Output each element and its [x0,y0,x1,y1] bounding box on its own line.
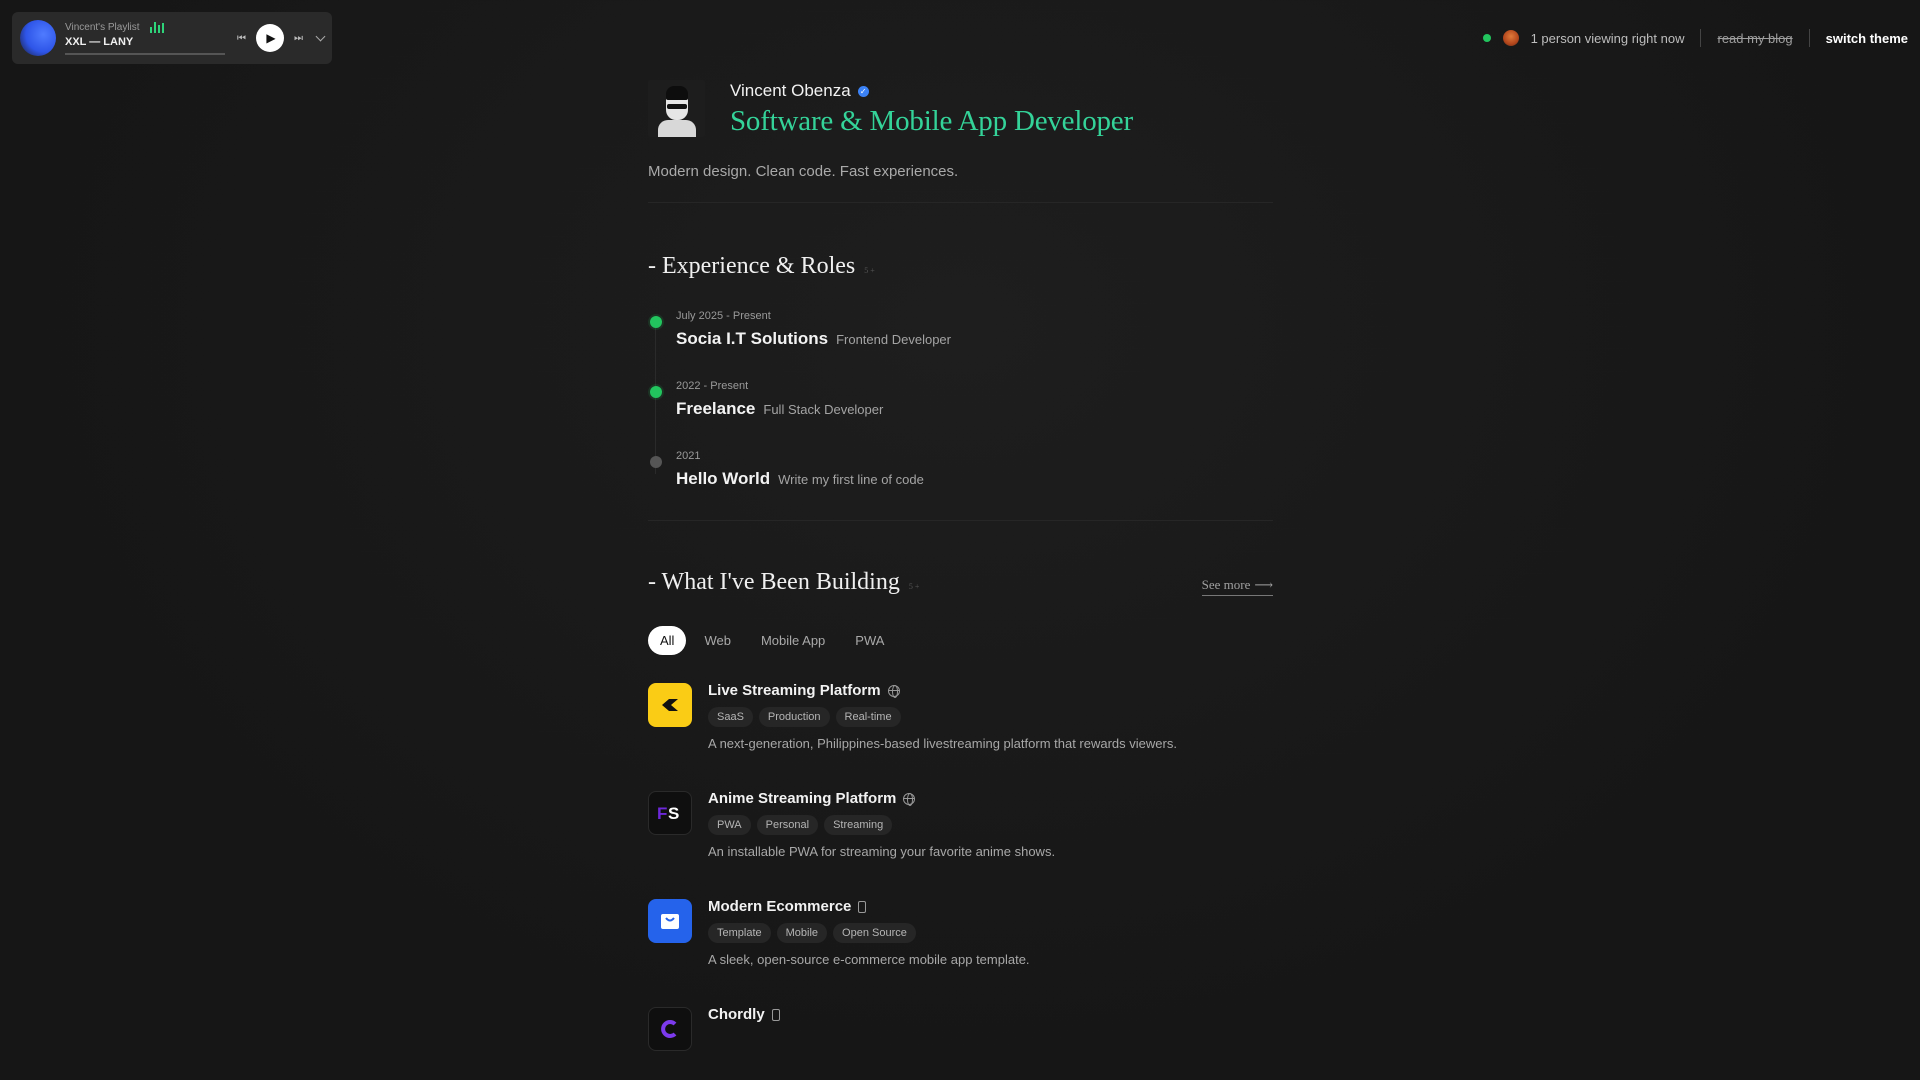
status-dot [650,316,662,328]
timeline-item: July 2025 - Present Socia I.T Solutions … [648,310,1273,380]
timeline: July 2025 - Present Socia I.T Solutions … [648,310,1273,520]
projects-header: - What I've Been Building 5 + See more ⟶ [648,569,1273,596]
section-count: 5 + [864,266,875,275]
project-title: Modern Ecommerce [708,898,852,915]
project-description: A sleek, open-source e-commerce mobile a… [708,952,1030,967]
exp-company: Freelance [676,399,756,418]
timeline-item: 2021 Hello World Write my first line of … [648,450,1273,520]
filter-mobile-app[interactable]: Mobile App [749,626,837,655]
filter-pwa[interactable]: PWA [843,626,896,655]
skip-back-icon[interactable]: ⏮ [237,33,246,44]
profile-name: Vincent Obenza [730,81,851,100]
exp-role: Frontend Developer [836,332,951,347]
skip-forward-icon[interactable]: ⏭ [294,33,303,44]
play-button[interactable]: ▶ [256,24,284,52]
project-item[interactable]: Live Streaming Platform SaaS Production … [648,682,1273,791]
profile-headline: Software & Mobile App Developer [730,105,1133,137]
tag: Open Source [833,923,916,943]
exp-company: Hello World [676,469,771,488]
svg-text:F: F [657,804,667,822]
blog-link[interactable]: read my blog [1717,31,1792,46]
experience-section: - Experience & Roles 5 + July 2025 - Pre… [648,253,1273,521]
top-right-bar: 1 person viewing right now read my blog … [1482,28,1908,48]
project-logo: F S [648,791,692,835]
project-title: Live Streaming Platform [708,682,881,699]
section-title: - What I've Been Building 5 + [648,569,919,596]
equalizer-icon [149,21,164,33]
project-logo [648,899,692,943]
experience-title: - Experience & Roles [648,253,856,279]
see-more-label: See more [1201,577,1251,592]
divider [1808,29,1810,47]
project-title: Anime Streaming Platform [708,790,897,807]
viewer-avatar [1502,30,1519,46]
switch-theme-button[interactable]: switch theme [1826,31,1908,46]
status-dot [650,386,662,398]
project-item[interactable]: Chordly [648,1006,1273,1080]
live-indicator [1482,34,1491,42]
exp-date: July 2025 - Present [676,310,771,322]
section-title: - Experience & Roles 5 + [648,253,1273,280]
divider [648,202,1273,203]
project-description: An installable PWA for streaming your fa… [708,844,1056,859]
album-art[interactable] [20,20,56,56]
projects-title: - What I've Been Building [648,569,900,595]
progress-bar[interactable] [65,52,225,55]
phone-icon [771,1008,780,1021]
exp-role: Full Stack Developer [763,402,884,417]
tag: Mobile [776,923,828,943]
project-logo [648,1007,692,1051]
player-info: Vincent's Playlist XXL — LANY [65,21,225,55]
viewer-count: 1 person viewing right now [1530,30,1685,46]
project-logo [648,683,692,727]
tag: Real-time [835,707,901,727]
divider [648,520,1273,521]
project-list: Live Streaming Platform SaaS Production … [648,682,1273,1080]
filter-all[interactable]: All [648,626,687,655]
phone-icon [858,900,867,913]
globe-icon [887,684,900,698]
chevron-down-icon[interactable] [315,31,326,41]
music-player: Vincent's Playlist XXL — LANY ⏮ ▶ ⏭ [12,12,332,64]
timeline-item: 2022 - Present Freelance Full Stack Deve… [648,380,1273,450]
play-icon: ▶ [266,31,276,45]
project-item[interactable]: Modern Ecommerce Template Mobile Open So… [648,898,1273,1007]
arrow-right-icon: ⟶ [1254,577,1273,592]
status-dot [650,456,662,468]
tagline: Modern design. Clean code. Fast experien… [648,163,959,180]
filter-chips: All Web Mobile App PWA [648,626,1273,655]
divider [1700,29,1702,47]
main-content: Vincent Obenza ✓ Software & Mobile App D… [648,80,1273,1080]
tag: SaaS [708,707,753,727]
project-description: A next-generation, Philippines-based liv… [708,736,1177,751]
tag: PWA [708,815,751,835]
exp-date: 2021 [676,450,701,462]
section-count: 5 + [908,582,920,591]
tag: Streaming [824,815,893,835]
playlist-label: Vincent's Playlist [65,21,140,33]
verified-icon: ✓ [857,85,869,97]
avatar [648,80,705,137]
see-more-link[interactable]: See more ⟶ [1201,577,1273,596]
exp-date: 2022 - Present [676,380,749,392]
exp-company: Socia I.T Solutions [676,329,829,348]
filter-web[interactable]: Web [692,626,743,655]
project-item[interactable]: F S Anime Streaming Platform PWA Persona… [648,790,1273,899]
track-title: XXL — LANY [65,35,134,48]
tag: Personal [756,815,819,835]
tag: Production [758,707,830,727]
svg-text:S: S [668,804,679,822]
exp-role: Write my first line of code [778,472,924,487]
project-title: Chordly [708,1006,765,1023]
tag: Template [708,923,771,943]
profile: Vincent Obenza ✓ Software & Mobile App D… [648,80,1273,138]
globe-icon [903,792,916,806]
playlist-name: Vincent's Playlist [65,21,225,33]
